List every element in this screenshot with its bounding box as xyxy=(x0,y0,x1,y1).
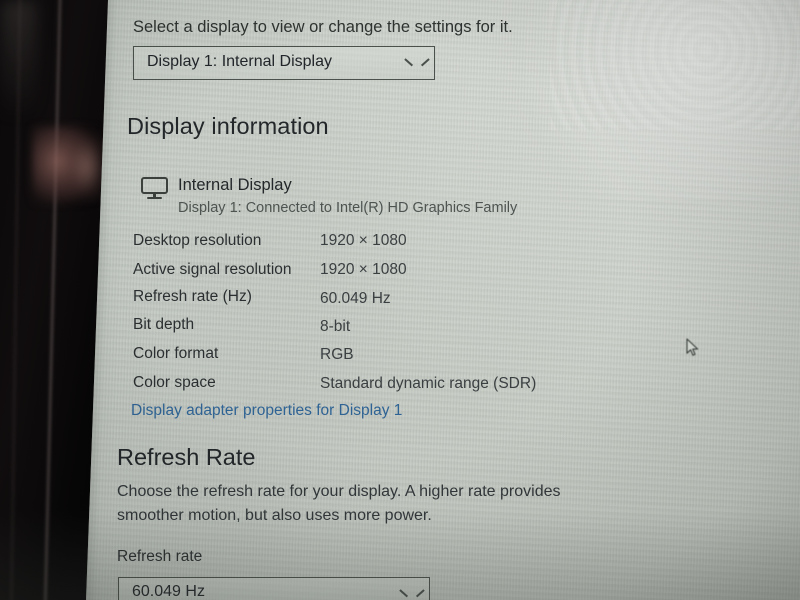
property-label-active-signal-resolution: Active signal resolution xyxy=(133,261,292,278)
select-display-instruction: Select a display to view or change the s… xyxy=(133,18,513,36)
property-label-bit-depth: Bit depth xyxy=(133,316,195,333)
monitor-icon-base xyxy=(147,197,162,200)
display-panel-surface: Select a display to view or change the s… xyxy=(86,0,800,600)
refresh-rate-heading: Refresh Rate xyxy=(117,444,256,470)
property-value-color-format: RGB xyxy=(320,346,354,363)
refresh-rate-description-line-2: smoother motion, but also uses more powe… xyxy=(117,507,432,524)
property-value-desktop-resolution: 1920 × 1080 xyxy=(320,232,407,249)
property-label-color-format: Color format xyxy=(133,345,219,362)
chevron-down-icon xyxy=(405,58,420,67)
refresh-rate-field-label: Refresh rate xyxy=(117,548,203,565)
bezel-reflection-blur-secondary xyxy=(68,136,106,198)
property-label-color-space: Color space xyxy=(133,374,216,391)
display-adapter-properties-link[interactable]: Display adapter properties for Display 1 xyxy=(131,402,402,420)
property-value-refresh-rate: 60.049 Hz xyxy=(320,290,391,307)
mouse-cursor-arrow xyxy=(686,338,700,357)
refresh-rate-description-line-1: Choose the refresh rate for your display… xyxy=(117,483,561,500)
display-select-dropdown[interactable]: Display 1: Internal Display xyxy=(133,46,435,80)
display-device-subtitle: Display 1: Connected to Intel(R) HD Grap… xyxy=(178,200,518,216)
refresh-rate-dropdown[interactable]: 60.049 Hz xyxy=(118,577,430,600)
monitor-icon xyxy=(141,177,169,200)
advanced-display-settings-page: Select a display to view or change the s… xyxy=(86,0,800,600)
display-information-heading: Display information xyxy=(127,113,329,139)
display-device-name: Internal Display xyxy=(178,176,292,194)
property-value-active-signal-resolution: 1920 × 1080 xyxy=(320,261,407,278)
refresh-rate-dropdown-value: 60.049 Hz xyxy=(132,583,205,600)
bezel-seam-inner xyxy=(41,0,63,600)
property-label-refresh-rate: Refresh rate (Hz) xyxy=(133,288,252,305)
property-label-desktop-resolution: Desktop resolution xyxy=(133,232,262,249)
property-value-color-space: Standard dynamic range (SDR) xyxy=(320,375,537,392)
monitor-icon-screen xyxy=(141,177,168,194)
display-select-value: Display 1: Internal Display xyxy=(147,53,332,70)
chevron-down-icon xyxy=(400,589,415,598)
property-value-bit-depth: 8-bit xyxy=(320,318,351,335)
photo-of-laptop-screen: Select a display to view or change the s… xyxy=(0,0,800,600)
